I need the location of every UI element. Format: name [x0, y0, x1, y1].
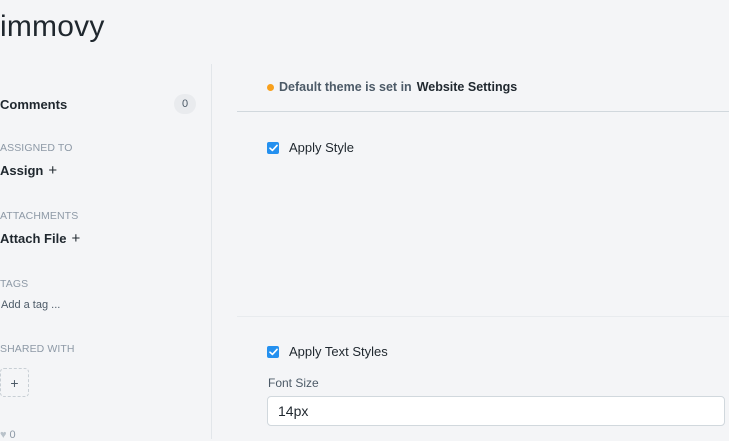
assign-button[interactable]: Assign + — [0, 163, 57, 178]
apply-text-styles-checkbox[interactable] — [267, 345, 279, 358]
plus-icon: + — [10, 374, 19, 391]
apply-style-label: Apply Style — [289, 140, 355, 155]
status-dot-icon — [267, 83, 274, 91]
theme-notice: Default theme is set in Website Settings — [267, 80, 517, 94]
add-tag-input[interactable]: Add a tag ... — [1, 299, 60, 311]
tags-label: TAGS — [0, 278, 29, 290]
check-icon — [268, 348, 278, 355]
likes-count: 0 — [9, 429, 16, 441]
form-sidebar: Comments 0 ASSIGNED TO Assign + ATTACHME… — [0, 64, 212, 441]
assigned-to-label: ASSIGNED TO — [0, 142, 73, 154]
font-size-input[interactable] — [267, 396, 725, 426]
section-divider — [237, 111, 729, 112]
comments-label: Comments — [0, 96, 68, 112]
page-title: immovy — [0, 10, 105, 43]
notice-text: Default theme is set in — [279, 80, 412, 94]
heart-icon: ♥ — [0, 429, 7, 441]
plus-icon: + — [71, 230, 81, 247]
attach-file-button[interactable]: Attach File + — [0, 231, 80, 246]
form-main: Default theme is set in Website Settings… — [237, 64, 729, 439]
apply-style-checkbox[interactable] — [267, 141, 279, 154]
likes-counter[interactable]: ♥ 0 — [0, 429, 16, 441]
apply-text-styles-field[interactable]: Apply Text Styles — [267, 344, 388, 359]
shared-with-label: SHARED WITH — [0, 343, 75, 355]
font-size-label: Font Size — [268, 376, 319, 390]
apply-text-styles-label: Apply Text Styles — [289, 344, 388, 359]
add-share-button[interactable]: + — [0, 368, 29, 397]
attach-file-label: Attach File — [0, 231, 67, 246]
plus-icon: + — [48, 162, 58, 179]
apply-style-field[interactable]: Apply Style — [267, 140, 354, 155]
check-icon — [268, 144, 278, 151]
website-settings-link[interactable]: Website Settings — [417, 80, 517, 94]
assign-label: Assign — [0, 163, 44, 178]
comments-row[interactable]: Comments 0 — [0, 94, 196, 114]
attachments-label: ATTACHMENTS — [0, 210, 79, 222]
section-divider — [237, 316, 729, 317]
comments-count-badge: 0 — [174, 94, 196, 114]
